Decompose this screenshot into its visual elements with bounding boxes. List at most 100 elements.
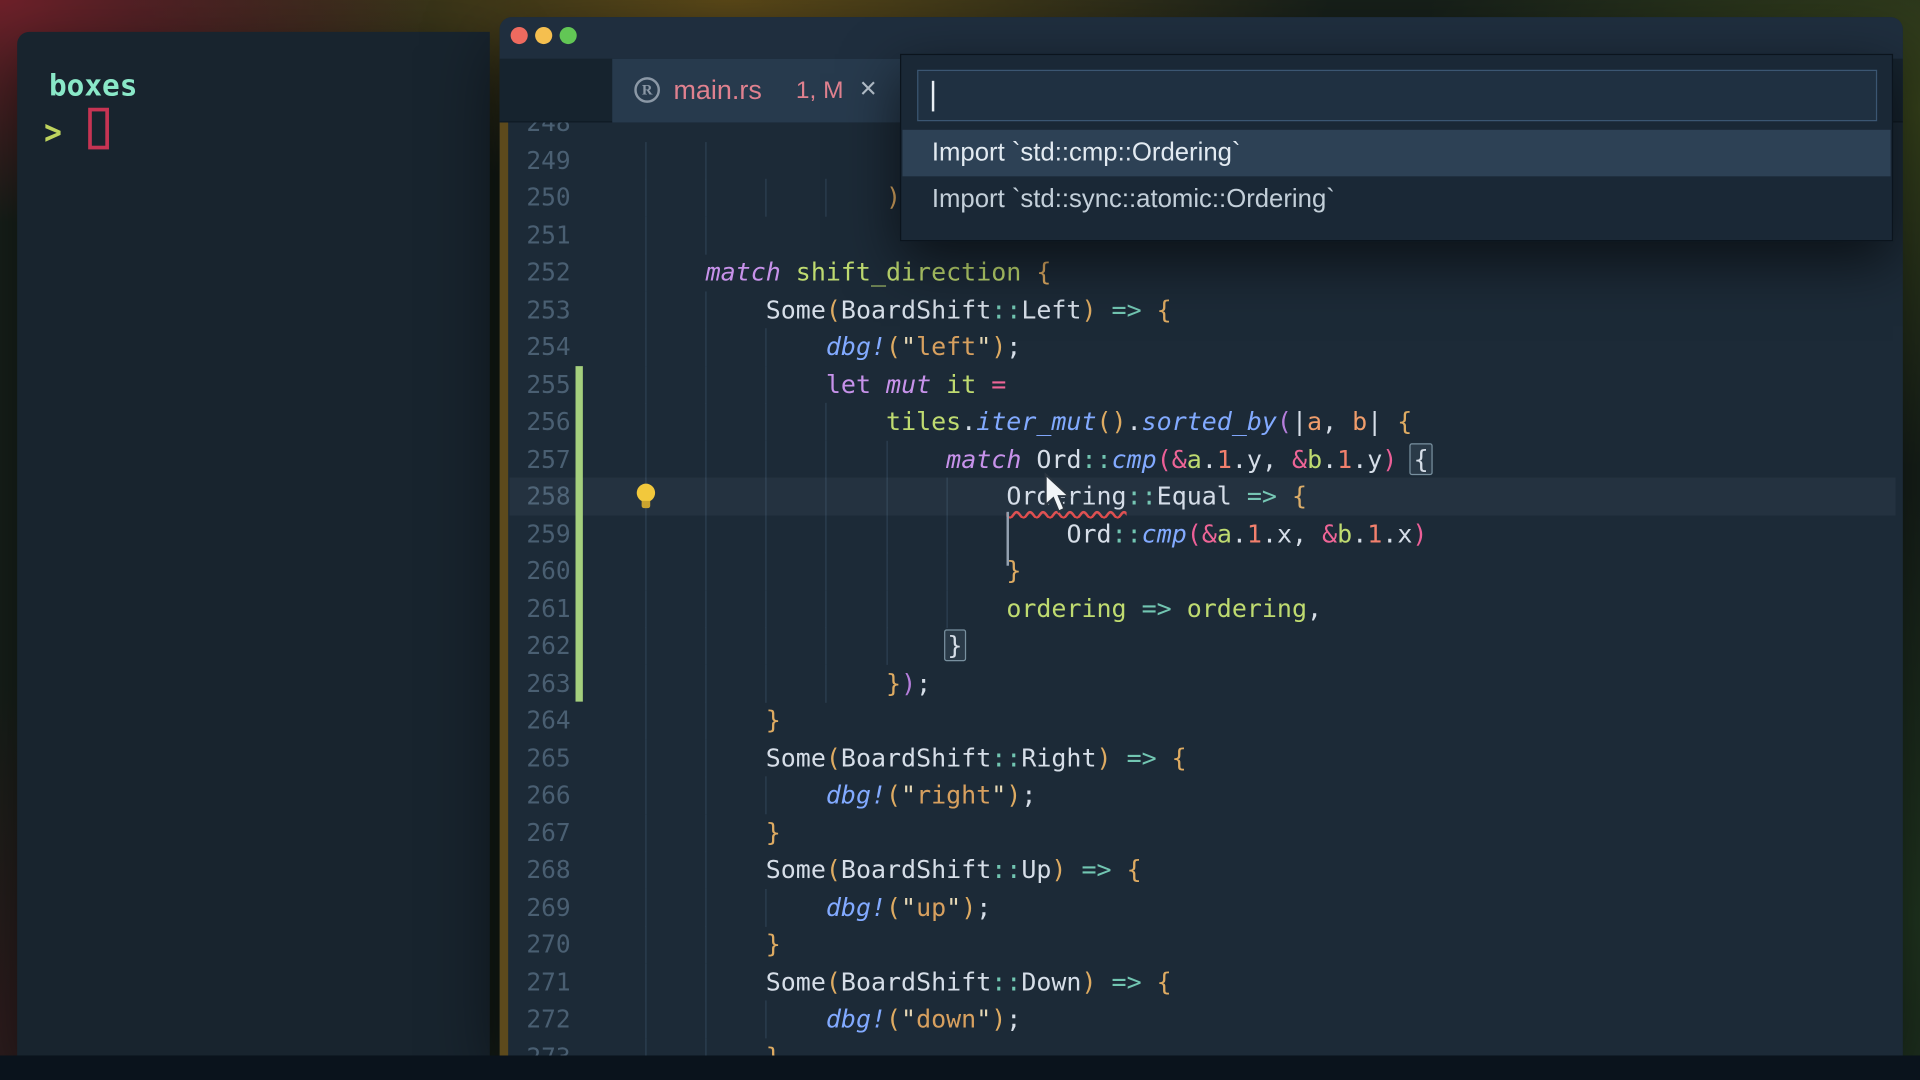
code-line[interactable]: 254dbg!("left"); xyxy=(500,328,1903,366)
indent-guide xyxy=(826,664,827,702)
quick-fix-item-selected[interactable]: Import `std::cmp::Ordering` xyxy=(902,130,1890,177)
code-line[interactable]: 255 let mut it = xyxy=(500,366,1903,404)
line-number: 272 xyxy=(514,1004,570,1033)
terminal-panel[interactable]: boxes > xyxy=(17,32,490,1056)
code-text: }); xyxy=(886,666,931,702)
line-number: 268 xyxy=(514,855,570,884)
code-line[interactable]: 273} xyxy=(500,1038,1903,1056)
indent-guide xyxy=(645,179,646,217)
indent-guide xyxy=(766,515,767,553)
indent-guide xyxy=(706,590,707,628)
indent-guide xyxy=(706,851,707,889)
line-number: 249 xyxy=(514,145,570,174)
indent-guide xyxy=(645,141,646,179)
indent-guide xyxy=(645,1038,646,1056)
indent-guide xyxy=(645,776,646,814)
code-line[interactable]: 267} xyxy=(500,814,1903,852)
code-line[interactable]: 262} xyxy=(500,627,1903,665)
line-number: 256 xyxy=(514,407,570,436)
indent-guide xyxy=(766,1000,767,1038)
terminal-directory-label: boxes xyxy=(49,69,137,103)
line-number: 251 xyxy=(514,220,570,249)
code-text: Some(BoardShift::Down) => { xyxy=(766,964,1172,1000)
rust-file-icon: R xyxy=(634,77,660,103)
code-text: Ord::cmp(&a.1.x, &b.1.x) xyxy=(1066,516,1427,552)
indent-guide xyxy=(826,440,827,478)
code-line[interactable]: 259 Ord::cmp(&a.1.x, &b.1.x) xyxy=(500,515,1903,553)
indent-guide xyxy=(826,179,827,217)
indent-guide xyxy=(706,366,707,404)
code-line[interactable]: 260} xyxy=(500,552,1903,590)
code-line[interactable]: 269dbg!("up"); xyxy=(500,888,1903,926)
quick-fix-item[interactable]: Import `std::sync::atomic::Ordering` xyxy=(902,176,1890,223)
quick-fix-item-list: Import `std::cmp::Ordering`Import `std::… xyxy=(902,130,1890,223)
tab-filename: main.rs xyxy=(673,75,761,107)
line-number: 253 xyxy=(514,294,570,323)
code-line[interactable]: 272dbg!("down"); xyxy=(500,1000,1903,1038)
code-line[interactable]: 257match Ord::cmp(&a.1.y, &b.1.y) { xyxy=(500,440,1903,478)
code-line[interactable]: 270} xyxy=(500,926,1903,964)
code-text: ) xyxy=(886,180,901,216)
current-line-highlight xyxy=(509,478,1895,516)
code-line[interactable]: 256 tiles.iter_mut().sorted_by(|a, b| { xyxy=(500,403,1903,441)
indent-guide xyxy=(645,216,646,254)
code-line[interactable]: 253 Some(BoardShift::Left) => { xyxy=(500,291,1903,329)
indent-guide xyxy=(706,702,707,740)
bracket-match-highlight: } xyxy=(944,629,966,661)
indent-guide xyxy=(766,403,767,441)
code-text: } xyxy=(766,815,781,851)
indent-guide xyxy=(706,664,707,702)
lightbulb-icon[interactable] xyxy=(637,484,657,510)
indent-guide xyxy=(886,552,887,590)
indent-guide xyxy=(766,328,767,366)
indent-guide xyxy=(706,776,707,814)
quick-fix-search-input[interactable] xyxy=(917,70,1877,121)
indent-guide xyxy=(645,253,646,291)
indent-guide xyxy=(645,851,646,889)
code-text: Some(BoardShift::Right) => { xyxy=(766,740,1187,776)
code-line[interactable]: 263}); xyxy=(500,664,1903,702)
code-line[interactable]: 264} xyxy=(500,702,1903,740)
indent-guide xyxy=(645,403,646,441)
code-line[interactable]: 268 Some(BoardShift::Up) => { xyxy=(500,851,1903,889)
git-modified-gutter-bar xyxy=(576,366,583,702)
window-maximize-button[interactable] xyxy=(560,27,577,44)
code-text: ordering => ordering, xyxy=(1006,591,1322,627)
code-text: let mut it = xyxy=(826,367,1006,403)
indent-guide xyxy=(826,552,827,590)
line-number: 265 xyxy=(514,743,570,772)
tab-main-rs[interactable]: R main.rs 1, M × xyxy=(612,59,908,123)
indent-guide xyxy=(645,702,646,740)
line-number: 261 xyxy=(514,593,570,622)
indent-guide xyxy=(645,739,646,777)
window-close-button[interactable] xyxy=(511,27,528,44)
indent-guide xyxy=(886,515,887,553)
code-line[interactable]: 266dbg!("right"); xyxy=(500,776,1903,814)
indent-guide xyxy=(645,328,646,366)
code-text: } xyxy=(766,1039,781,1056)
line-number: 259 xyxy=(514,519,570,548)
mouse-cursor-icon xyxy=(1043,473,1075,515)
code-text: } xyxy=(946,628,963,664)
code-line[interactable]: 252match shift_direction { xyxy=(500,253,1903,291)
line-number: 270 xyxy=(514,929,570,958)
code-line[interactable]: 265 Some(BoardShift::Right) => { xyxy=(500,739,1903,777)
indent-guide xyxy=(706,141,707,179)
code-line[interactable]: 271 Some(BoardShift::Down) => { xyxy=(500,963,1903,1001)
code-line[interactable]: 261 ordering => ordering, xyxy=(500,590,1903,628)
text-caret xyxy=(932,81,934,112)
tab-close-icon[interactable]: × xyxy=(860,72,877,106)
terminal-cursor xyxy=(88,108,109,150)
indent-guide xyxy=(826,590,827,628)
line-number: 266 xyxy=(514,780,570,809)
window-minimize-button[interactable] xyxy=(535,27,552,44)
bracket-match-highlight: { xyxy=(1410,443,1432,475)
code-text: Some(BoardShift::Left) => { xyxy=(766,292,1172,328)
line-number: 271 xyxy=(514,967,570,996)
code-text: Some(BoardShift::Up) => { xyxy=(766,852,1142,888)
line-number: 255 xyxy=(514,369,570,398)
code-text: dbg!("left"); xyxy=(826,329,1021,365)
code-text: tiles.iter_mut().sorted_by(|a, b| { xyxy=(886,404,1412,440)
indent-guide xyxy=(766,664,767,702)
indent-guide xyxy=(706,515,707,553)
